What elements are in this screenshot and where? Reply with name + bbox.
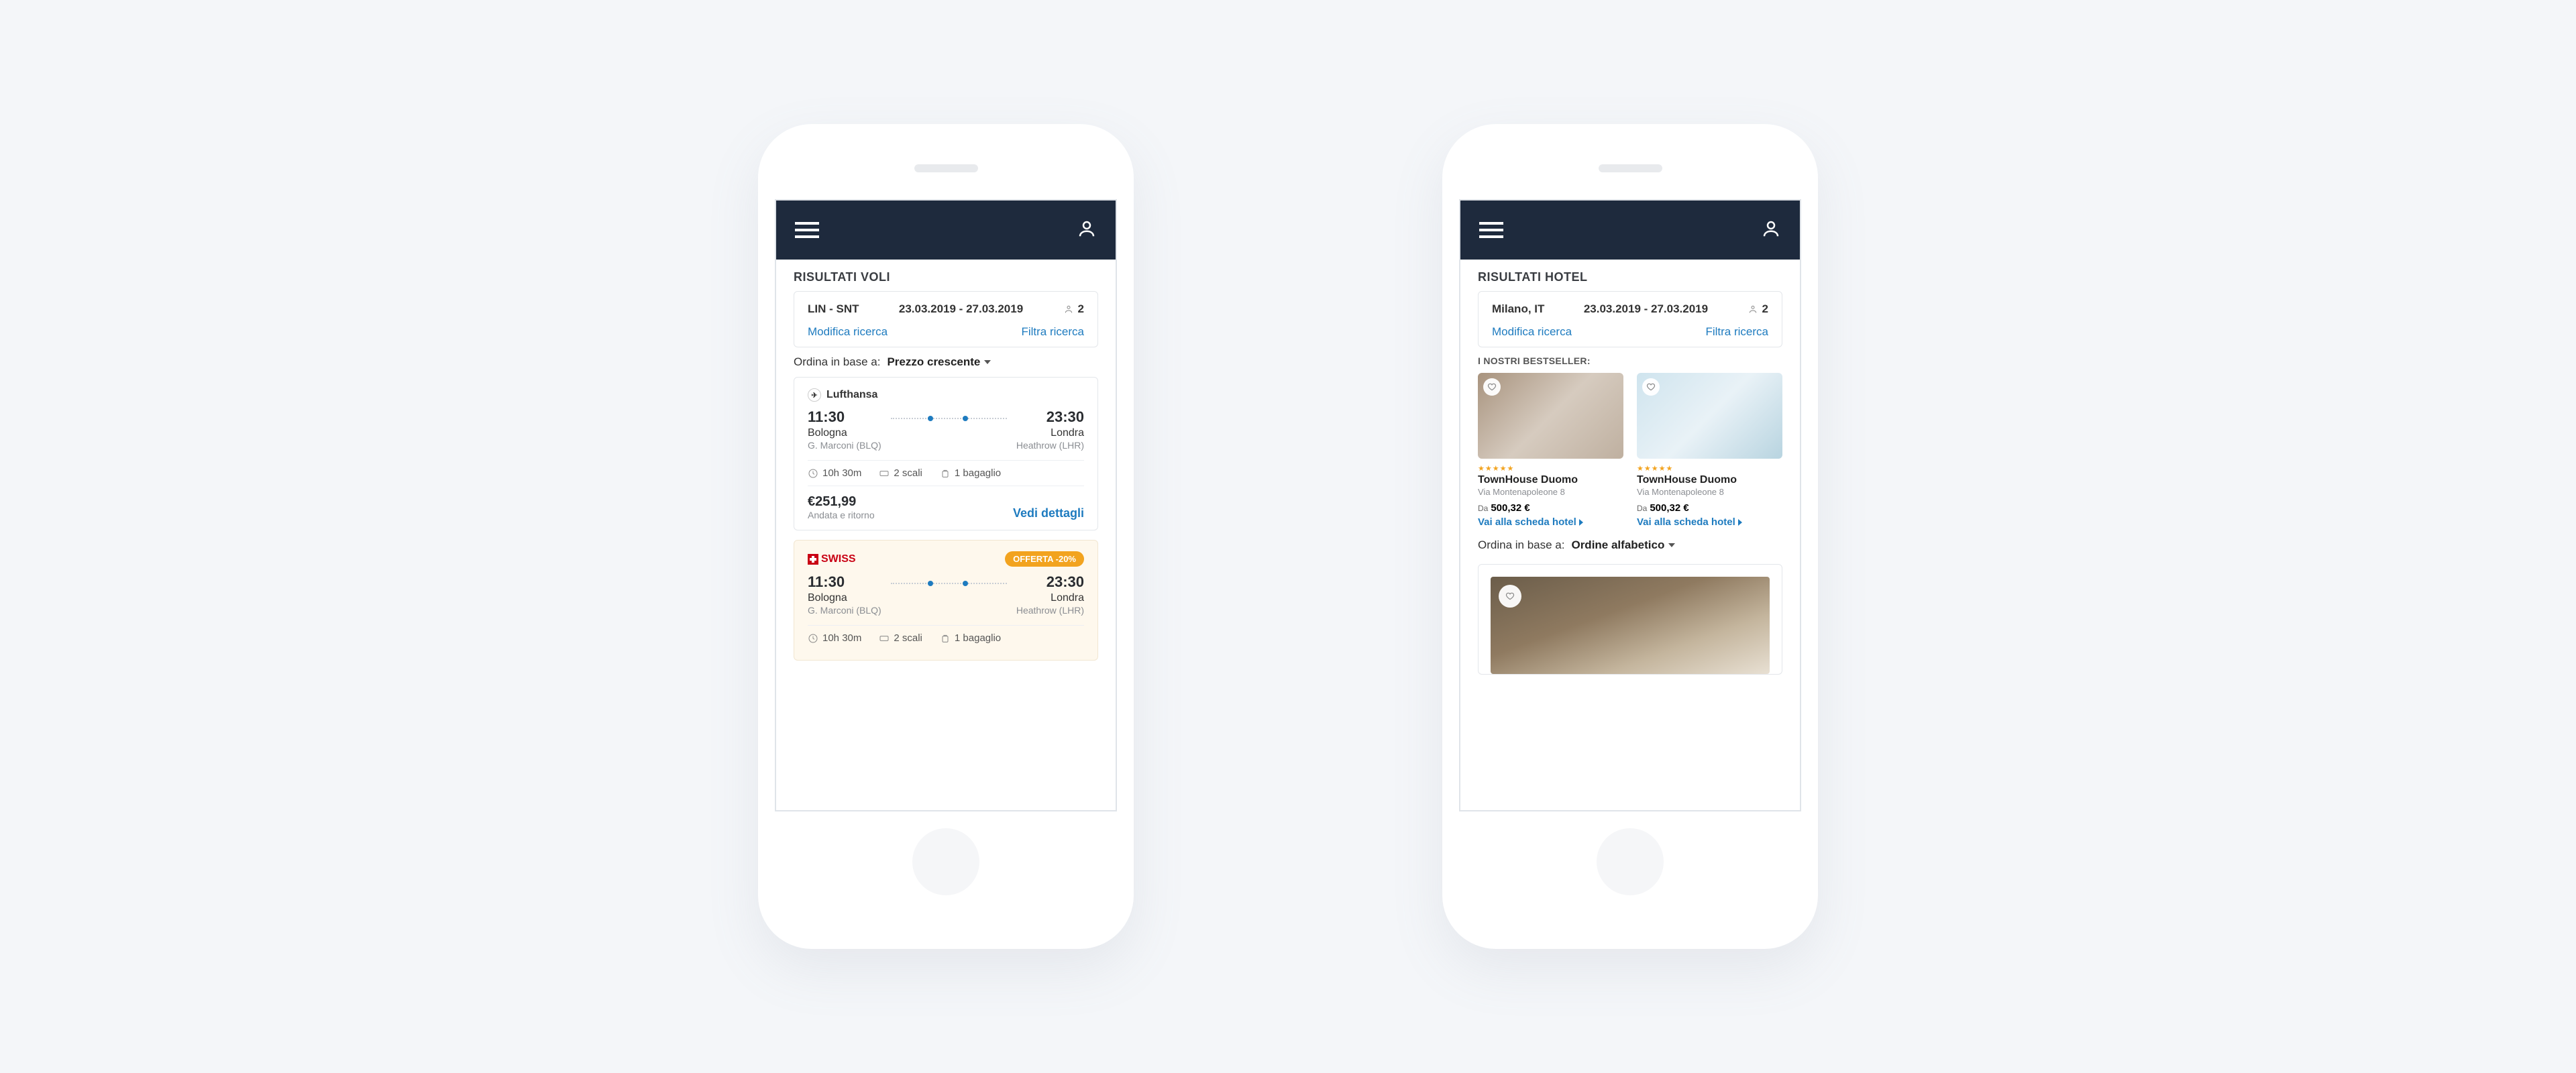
bestseller-row: ★★★★★ TownHouse Duomo Via Montenapoleone… [1460, 373, 1800, 537]
sort-dropdown[interactable]: Ordine alfabetico [1571, 539, 1675, 552]
hotel-price: Da500,32 € [1478, 502, 1623, 514]
stars: ★★★★★ [1637, 464, 1782, 473]
arr-city: Londra [1016, 427, 1084, 439]
route-dots [891, 583, 1007, 584]
hotel-image [1478, 373, 1623, 459]
info-row: 10h 30m 2 scali 1 bagaglio [808, 460, 1084, 486]
phone-speaker [1599, 164, 1662, 172]
swiss-logo: SWISS [808, 553, 856, 565]
topbar [776, 201, 1116, 260]
dep-time: 11:30 [808, 408, 881, 426]
dep-time: 11:30 [808, 573, 881, 591]
airline-row: ✈ Lufthansa [808, 388, 1084, 402]
airline-row: SWISS OFFERTA -20% [808, 551, 1084, 567]
chevron-right-icon [1738, 519, 1742, 526]
hotel-address: Via Montenapoleone 8 [1637, 487, 1782, 497]
hotel-image [1491, 577, 1770, 674]
swiss-cross-icon [808, 554, 818, 565]
user-icon[interactable] [1077, 219, 1097, 242]
user-icon[interactable] [1761, 219, 1781, 242]
route: LIN - SNT [808, 302, 859, 316]
sort-dropdown[interactable]: Prezzo crescente [887, 355, 991, 369]
phone-speaker [914, 164, 978, 172]
heart-icon[interactable] [1499, 585, 1521, 608]
stops: 2 scali [879, 632, 922, 644]
hotel-name: TownHouse Duomo [1478, 474, 1623, 486]
arr-code: Heathrow (LHR) [1016, 605, 1084, 616]
offer-badge: OFFERTA -20% [1005, 551, 1084, 567]
chevron-right-icon [1579, 519, 1583, 526]
flight-card[interactable]: SWISS OFFERTA -20% 11:30 Bologna G. Marc… [794, 540, 1098, 661]
menu-icon[interactable] [1479, 222, 1503, 238]
hotels-screen: RISULTATI HOTEL Milano, IT 23.03.2019 - … [1459, 199, 1801, 811]
dep-code: G. Marconi (BLQ) [808, 440, 881, 451]
stops: 2 scali [879, 467, 922, 479]
lufthansa-icon: ✈ [808, 388, 821, 402]
route-dots [891, 418, 1007, 419]
hotel-link[interactable]: Vai alla scheda hotel [1637, 516, 1782, 528]
page-title: RISULTATI HOTEL [1460, 260, 1800, 291]
baggage: 1 bagaglio [940, 467, 1001, 479]
dep-city: Bologna [808, 592, 881, 604]
baggage: 1 bagaglio [940, 632, 1001, 644]
hotel-image [1637, 373, 1782, 459]
dep-city: Bologna [808, 427, 881, 439]
flights-screen: RISULTATI VOLI LIN - SNT 23.03.2019 - 27… [775, 199, 1117, 811]
modify-search-link[interactable]: Modifica ricerca [808, 325, 888, 339]
guests: 2 [1748, 302, 1768, 316]
search-summary: LIN - SNT 23.03.2019 - 27.03.2019 2 Modi… [794, 291, 1098, 347]
stars: ★★★★★ [1478, 464, 1623, 473]
arr-code: Heathrow (LHR) [1016, 440, 1084, 451]
hotel-address: Via Montenapoleone 8 [1478, 487, 1623, 497]
guests: 2 [1063, 302, 1084, 316]
sort-label: Ordina in base a: [794, 355, 880, 369]
hotel-card[interactable]: ★★★★★ TownHouse Duomo Via Montenapoleone… [1478, 373, 1623, 528]
menu-icon[interactable] [795, 222, 819, 238]
city: Milano, IT [1492, 302, 1544, 316]
home-button[interactable] [912, 828, 979, 895]
filter-search-link[interactable]: Filtra ricerca [1021, 325, 1084, 339]
topbar [1460, 201, 1800, 260]
sort-label: Ordina in base a: [1478, 539, 1564, 552]
filter-search-link[interactable]: Filtra ricerca [1705, 325, 1768, 339]
sort-row: Ordina in base a: Ordine alfabetico [1460, 537, 1800, 560]
phone-frame-hotels: RISULTATI HOTEL Milano, IT 23.03.2019 - … [1442, 124, 1818, 949]
hotel-price: Da500,32 € [1637, 502, 1782, 514]
home-button[interactable] [1597, 828, 1664, 895]
chevron-down-icon [984, 360, 991, 364]
flight-card[interactable]: ✈ Lufthansa 11:30 Bologna G. Marconi (BL… [794, 377, 1098, 530]
duration: 10h 30m [808, 467, 861, 479]
chevron-down-icon [1668, 543, 1675, 547]
hotel-link[interactable]: Vai alla scheda hotel [1478, 516, 1623, 528]
info-row: 10h 30m 2 scali 1 bagaglio [808, 625, 1084, 651]
price-sub: Andata e ritorno [808, 510, 875, 520]
dates: 23.03.2019 - 27.03.2019 [1584, 302, 1708, 316]
phone-frame-flights: RISULTATI VOLI LIN - SNT 23.03.2019 - 27… [758, 124, 1134, 949]
price: €251,99 [808, 494, 875, 510]
bestseller-label: I NOSTRI BESTSELLER: [1460, 354, 1800, 373]
arr-time: 23:30 [1016, 573, 1084, 591]
sort-row: Ordina in base a: Prezzo crescente [776, 354, 1116, 377]
page-title: RISULTATI VOLI [776, 260, 1116, 291]
heart-icon[interactable] [1642, 378, 1660, 396]
heart-icon[interactable] [1483, 378, 1501, 396]
arr-time: 23:30 [1016, 408, 1084, 426]
dates: 23.03.2019 - 27.03.2019 [899, 302, 1023, 316]
search-summary: Milano, IT 23.03.2019 - 27.03.2019 2 Mod… [1478, 291, 1782, 347]
hotel-card[interactable]: ★★★★★ TownHouse Duomo Via Montenapoleone… [1637, 373, 1782, 528]
arr-city: Londra [1016, 592, 1084, 604]
modify-search-link[interactable]: Modifica ricerca [1492, 325, 1572, 339]
dep-code: G. Marconi (BLQ) [808, 605, 881, 616]
duration: 10h 30m [808, 632, 861, 644]
hotel-list-card[interactable] [1478, 564, 1782, 675]
hotel-name: TownHouse Duomo [1637, 474, 1782, 486]
airline-name: Lufthansa [826, 389, 877, 401]
details-link[interactable]: Vedi dettagli [1013, 506, 1084, 520]
